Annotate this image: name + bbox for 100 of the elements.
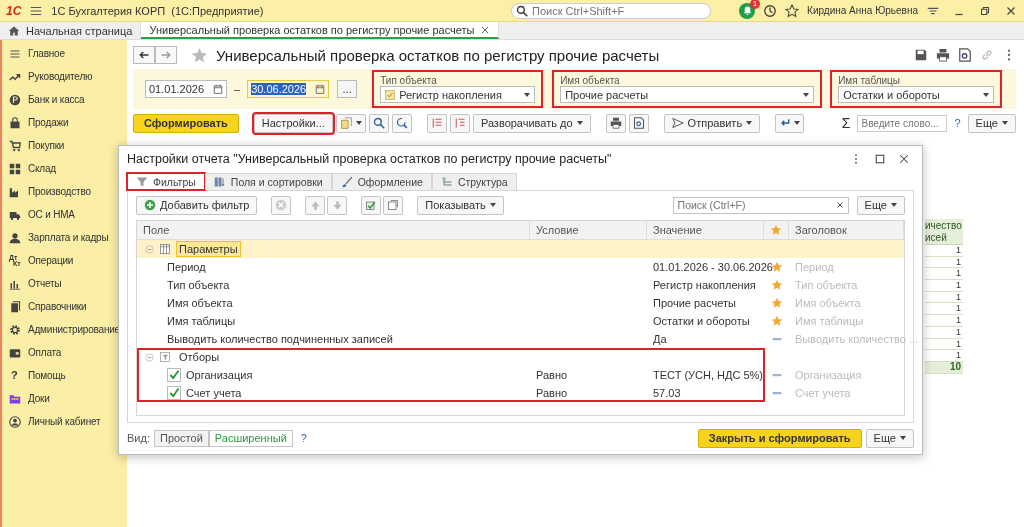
star-icon[interactable]: [770, 297, 783, 309]
clear-icon[interactable]: [835, 201, 844, 209]
select-field[interactable]: Регистр накопления: [380, 86, 536, 103]
sidebar-item[interactable]: Покупки: [2, 134, 127, 157]
dash-icon[interactable]: [771, 373, 782, 377]
arrow-left-icon: [138, 49, 150, 61]
sidebar-item[interactable]: Руководителю: [2, 65, 127, 88]
search-field[interactable]: Поиск (Ctrl+F): [672, 196, 849, 214]
document-icon: [339, 116, 353, 130]
refresh-search-button[interactable]: [391, 113, 412, 133]
select-field[interactable]: Остатки и обороты: [838, 86, 995, 103]
search-refresh-icon: [395, 117, 408, 129]
save-icon[interactable]: [914, 48, 928, 62]
user-name[interactable]: Кирдина Анна Юрьевна: [807, 5, 918, 16]
tab[interactable]: Фильтры: [127, 173, 205, 190]
close-generate-button[interactable]: Закрыть и сформировать: [697, 428, 862, 448]
search-field[interactable]: Поиск Ctrl+Shift+F: [511, 2, 712, 19]
logo[interactable]: 1С: [6, 3, 22, 18]
sidebar-item[interactable]: Зарплата и кадры: [2, 226, 127, 249]
tab[interactable]: Структура: [431, 173, 517, 190]
column-header[interactable]: Условие: [536, 224, 579, 236]
generate-button[interactable]: Сформировать: [133, 113, 239, 133]
date-field[interactable]: 01.01.2026: [145, 80, 227, 98]
star-icon[interactable]: [770, 224, 782, 236]
sidebar-item[interactable]: ОС и НМА: [2, 203, 127, 226]
table-cell: 1: [925, 245, 963, 257]
search-field[interactable]: Введите слово...: [857, 114, 948, 132]
field-name: Имя объекта: [167, 297, 233, 309]
sidebar-item[interactable]: Администрирование: [2, 318, 127, 341]
help-link[interactable]: ?: [954, 117, 961, 129]
help-link[interactable]: ?: [300, 432, 307, 444]
checkbox[interactable]: [167, 368, 181, 382]
bag-icon: [9, 116, 21, 129]
more-button[interactable]: Еще: [865, 428, 914, 448]
period-button[interactable]: ...: [337, 80, 358, 98]
close-icon[interactable]: [480, 24, 491, 35]
column-header[interactable]: Поле: [143, 224, 170, 236]
sidebar-item[interactable]: Банк и касса: [2, 88, 127, 111]
back-button[interactable]: [133, 46, 155, 64]
column-header[interactable]: Значение: [653, 224, 702, 236]
close-icon[interactable]: [898, 153, 910, 165]
maximize-icon[interactable]: [874, 153, 886, 165]
caption: Имя объекта: [795, 297, 861, 309]
collapse-button[interactable]: [426, 113, 447, 133]
dash-icon[interactable]: [771, 391, 782, 395]
expand-button[interactable]: [449, 113, 470, 133]
checkbox[interactable]: [167, 386, 181, 400]
caret-icon: [489, 203, 496, 207]
sum-sign[interactable]: Σ: [841, 115, 851, 131]
view-toggle[interactable]: Простой: [153, 429, 209, 447]
preview-button[interactable]: [628, 113, 649, 133]
sidebar-item[interactable]: Продажи: [2, 111, 127, 134]
calendar-icon[interactable]: [315, 84, 326, 94]
preview-icon[interactable]: [958, 48, 972, 62]
calendar-icon[interactable]: [213, 84, 223, 94]
collapse-icon[interactable]: [145, 244, 154, 254]
star-icon[interactable]: [770, 315, 783, 327]
print-button[interactable]: [605, 113, 626, 133]
more-button[interactable]: Еще: [967, 113, 1016, 133]
sidebar-item[interactable]: Оплата: [2, 341, 127, 364]
star-icon[interactable]: [770, 279, 783, 291]
caret-icon: [746, 121, 753, 125]
history-icon[interactable]: [763, 3, 778, 18]
field-name: Организация: [186, 369, 253, 381]
sidebar-item[interactable]: Личный кабинет: [2, 410, 127, 433]
more-button[interactable]: Еще: [856, 195, 905, 215]
table-cell: 1: [925, 338, 963, 351]
date-field[interactable]: 30.06.2026: [247, 80, 330, 98]
star-icon[interactable]: [191, 46, 208, 64]
sidebar-item[interactable]: Главное: [2, 42, 127, 65]
tab[interactable]: Поля и сортировки: [204, 173, 332, 190]
view-toggle[interactable]: Расширенный: [208, 429, 293, 447]
send-button[interactable]: Отправить: [663, 113, 761, 133]
tab[interactable]: Оформление: [331, 173, 432, 190]
star-icon[interactable]: [785, 3, 800, 18]
tab[interactable]: Универсальный проверка остатков по регистру прочие расчеты: [141, 22, 500, 39]
sidebar-item[interactable]: Производство: [2, 180, 127, 203]
dash-icon[interactable]: [771, 337, 782, 341]
sidebar-item[interactable]: Справочники: [2, 295, 127, 318]
group-label[interactable]: Отборы: [176, 349, 223, 365]
table-cell: 1: [925, 315, 963, 327]
column-header[interactable]: Заголовок: [795, 224, 847, 236]
search-button[interactable]: [368, 113, 389, 133]
settings-button[interactable]: Настройки...: [253, 113, 333, 133]
caption: Тип объекта: [795, 279, 858, 291]
sidebar-item[interactable]: Отчеты: [2, 272, 127, 295]
send-icon: [671, 117, 684, 129]
sidebar-item[interactable]: Склад: [2, 157, 127, 180]
print-icon[interactable]: [936, 48, 950, 62]
show-button[interactable]: Показывать: [417, 195, 504, 215]
caret-icon: [524, 92, 531, 97]
check-all-button[interactable]: [361, 195, 382, 215]
group-label[interactable]: Параметры: [176, 241, 241, 257]
arrow-button[interactable]: [775, 113, 805, 133]
select-field[interactable]: Прочие расчеты: [560, 86, 815, 103]
sidebar-item[interactable]: Доки: [2, 387, 127, 410]
collapse-icon[interactable]: [145, 352, 154, 362]
uncheck-all-button[interactable]: [383, 195, 404, 215]
expand-level-button[interactable]: Разворачивать до: [472, 113, 591, 133]
add-filter-button[interactable]: Добавить фильтр: [136, 195, 258, 215]
